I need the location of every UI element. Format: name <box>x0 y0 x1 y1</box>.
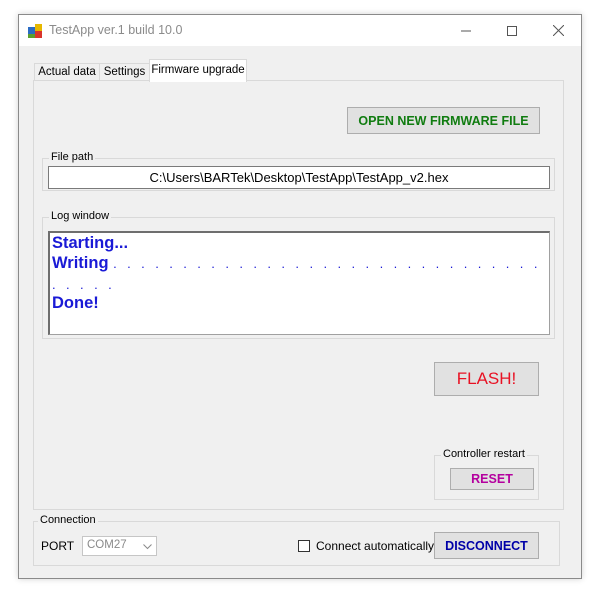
log-writing-text: Writing <box>52 254 109 272</box>
connect-automatically-label: Connect automatically <box>316 539 435 553</box>
flash-button[interactable]: FLASH! <box>434 362 539 396</box>
port-label: PORT <box>41 539 75 553</box>
controller-restart-group: Controller restart RESET <box>434 448 539 500</box>
connection-group: Connection PORT COM27 Connect automatica… <box>33 514 560 566</box>
connection-label: Connection <box>38 514 98 526</box>
file-path-label: File path <box>49 151 96 163</box>
port-select[interactable]: COM27 <box>82 536 157 556</box>
log-line-starting: Starting... <box>52 234 129 252</box>
tab-settings[interactable]: Settings <box>99 63 150 81</box>
reset-button[interactable]: RESET <box>450 468 534 490</box>
log-line-writing: Writing . . . . . . . . . . . . . . . . … <box>52 254 549 273</box>
disconnect-button[interactable]: DISCONNECT <box>434 532 539 559</box>
file-path-field[interactable]: C:\Users\BARTek\Desktop\TestApp\TestApp_… <box>48 166 550 189</box>
tab-actual-data[interactable]: Actual data <box>34 63 100 81</box>
log-window[interactable]: Starting... Writing . . . . . . . . . . … <box>48 231 550 335</box>
open-firmware-file-button[interactable]: OPEN NEW FIRMWARE FILE <box>347 107 540 134</box>
app-icon <box>28 24 42 38</box>
log-line-done: Done! <box>52 294 99 312</box>
connect-automatically-checkbox[interactable] <box>298 540 310 552</box>
log-window-group: Log window Starting... Writing . . . . .… <box>42 210 555 339</box>
log-progress-dots-continued: . . . . . <box>52 277 116 292</box>
close-button[interactable] <box>535 15 581 46</box>
window-title: TestApp ver.1 build 10.0 <box>49 23 183 37</box>
controller-restart-label: Controller restart <box>441 448 527 460</box>
port-select-value: COM27 <box>87 539 127 551</box>
app-window: TestApp ver.1 build 10.0 Actual data Set… <box>18 14 582 579</box>
title-bar[interactable]: TestApp ver.1 build 10.0 <box>19 15 581 46</box>
tab-firmware-upgrade[interactable]: Firmware upgrade <box>149 59 247 82</box>
file-path-group: File path C:\Users\BARTek\Desktop\TestAp… <box>42 151 555 191</box>
firmware-upgrade-panel: OPEN NEW FIRMWARE FILE File path C:\User… <box>33 80 564 510</box>
close-icon <box>552 25 564 36</box>
minimize-icon <box>461 30 471 31</box>
log-window-label: Log window <box>49 210 112 222</box>
minimize-button[interactable] <box>443 15 489 46</box>
maximize-button[interactable] <box>489 15 535 46</box>
chevron-down-icon <box>143 544 152 550</box>
log-progress-dots: . . . . . . . . . . . . . . . . . . . . … <box>113 256 549 271</box>
maximize-icon <box>507 25 517 36</box>
